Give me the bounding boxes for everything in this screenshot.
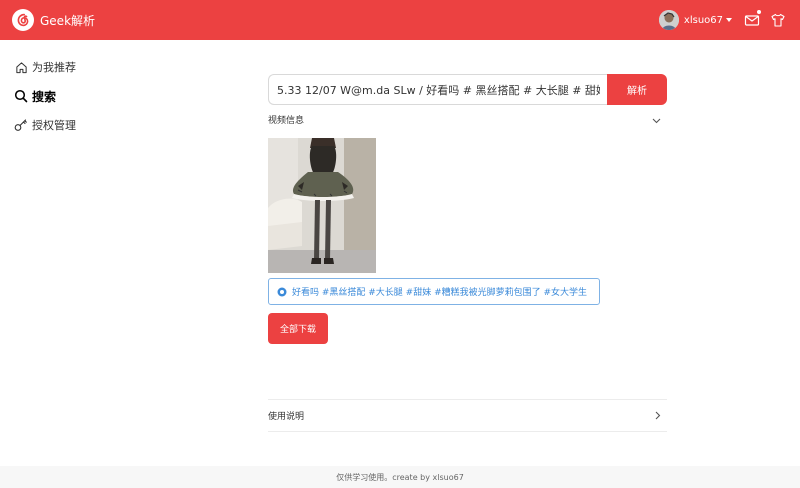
sidebar-item-label: 为我推荐 <box>32 61 76 74</box>
parse-button[interactable]: 解析 <box>607 74 667 105</box>
netease-music-logo-icon <box>12 9 34 31</box>
usage-instructions[interactable]: 使用说明 <box>268 399 667 432</box>
sidebar-item-recommend[interactable]: 为我推荐 <box>14 57 76 77</box>
usage-label: 使用说明 <box>268 412 305 422</box>
description-text: 好看吗 #黑丝搭配 #大长腿 #甜妹 #糟糕我被光脚萝莉包围了 #女大学生 <box>292 288 588 298</box>
video-thumbnail[interactable] <box>268 138 376 273</box>
avatar[interactable] <box>658 10 679 30</box>
download-all-button[interactable]: 全部下载 <box>268 313 328 344</box>
notification-dot <box>756 9 762 15</box>
video-info-header[interactable]: 视频信息 <box>268 113 667 129</box>
search-bar: 解析 <box>268 74 667 105</box>
sidebar-item-label: 授权管理 <box>32 119 76 132</box>
brand-name: Geek解析 <box>40 13 96 28</box>
caret-down-icon[interactable] <box>726 18 732 22</box>
top-header: Geek解析 xlsuo67 <box>0 0 800 40</box>
footer: 仅供学习使用。create by xlsuo67 <box>0 466 800 488</box>
video-description: 好看吗 #黑丝搭配 #大长腿 #甜妹 #糟糕我被光脚萝莉包围了 #女大学生 <box>268 278 600 305</box>
footer-text: 仅供学习使用。create by xlsuo67 <box>336 473 464 482</box>
chevron-down-icon[interactable] <box>652 117 661 127</box>
brand-logo[interactable]: Geek解析 <box>12 9 95 31</box>
search-icon <box>14 89 28 103</box>
info-icon <box>277 287 287 297</box>
username[interactable]: xlsuo67 <box>684 15 723 26</box>
sidebar-item-label: 搜索 <box>32 89 57 104</box>
sidebar-item-search[interactable]: 搜索 <box>14 86 56 106</box>
shirt-icon[interactable] <box>770 12 786 28</box>
chevron-right-icon[interactable] <box>655 411 661 423</box>
mail-icon[interactable] <box>744 9 762 28</box>
user-menu[interactable]: xlsuo67 <box>658 10 732 30</box>
sidebar-item-auth[interactable]: 授权管理 <box>14 115 76 135</box>
section-title: 视频信息 <box>268 116 305 126</box>
home-icon <box>14 60 28 74</box>
key-icon <box>14 118 28 132</box>
search-input[interactable] <box>268 74 608 105</box>
